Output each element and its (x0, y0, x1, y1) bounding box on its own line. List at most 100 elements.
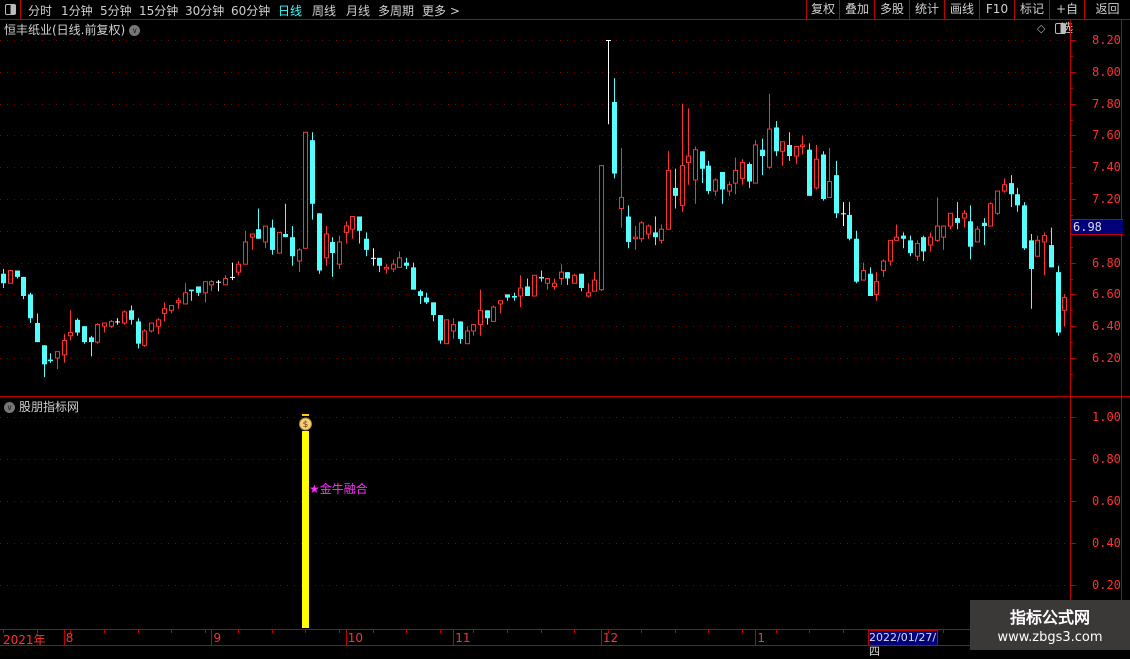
candle (263, 225, 268, 249)
candle-body (21, 276, 26, 296)
candle (539, 270, 544, 282)
candle (633, 226, 638, 250)
candle (706, 160, 711, 195)
candle (48, 353, 53, 363)
candle (485, 310, 490, 325)
candle-body (841, 213, 846, 215)
money-bag-icon-top (302, 414, 309, 416)
candle-body (149, 322, 154, 332)
candle-body (693, 149, 698, 181)
candle-body (424, 297, 429, 303)
candle-body (330, 241, 335, 254)
candle (1042, 232, 1047, 276)
candle (82, 326, 87, 344)
candle-body (485, 310, 490, 319)
candle-body (196, 286, 201, 293)
candle (223, 275, 228, 286)
candle-body (807, 149, 812, 196)
indicator-title[interactable]: ∨ 股朋指标网 (4, 398, 79, 415)
price-tick-label: 7.60 (1092, 128, 1121, 143)
candle-body (814, 158, 819, 189)
candle (377, 257, 382, 273)
candle (169, 305, 174, 314)
candle (753, 140, 758, 184)
candle (384, 264, 389, 274)
candle-body (646, 225, 651, 235)
candle-body (183, 292, 188, 305)
money-bag-icon-glyph: $ (303, 420, 309, 430)
candle-body (223, 278, 228, 286)
candle (243, 230, 248, 265)
candle (827, 148, 832, 198)
candle (1035, 235, 1040, 257)
chevron-down-icon[interactable]: ∨ (4, 402, 15, 413)
candle-body (680, 165, 685, 206)
candle (935, 197, 940, 242)
candle-body (444, 319, 449, 345)
candle-body (834, 175, 839, 214)
candle (230, 262, 235, 281)
candle (451, 318, 456, 339)
candle (532, 274, 537, 297)
candle (592, 272, 597, 292)
candle (888, 239, 893, 266)
candle (364, 232, 369, 257)
candle-body (465, 330, 470, 345)
candle-body (156, 319, 161, 327)
year-label: 2021年 (3, 633, 46, 647)
candle-body (122, 311, 127, 324)
candle (894, 224, 899, 241)
candle-body (894, 236, 899, 241)
candle-body (303, 131, 308, 249)
candle (35, 313, 40, 343)
candle (861, 262, 866, 281)
candle-body (75, 319, 80, 333)
candle (431, 302, 436, 322)
candle-body (559, 271, 564, 280)
candle-body (95, 324, 100, 343)
candle-body (35, 323, 40, 343)
candle (418, 289, 423, 304)
candle-body (962, 212, 967, 219)
candle (586, 283, 591, 298)
candle-body (82, 326, 87, 343)
candle (982, 218, 987, 246)
candle (948, 212, 953, 230)
candle (357, 216, 362, 244)
candle (303, 131, 308, 249)
candle (693, 146, 698, 204)
candle-body (948, 212, 953, 227)
indicator-tick-label: 1.00 (1092, 410, 1121, 424)
candle (552, 278, 557, 290)
candle-body (633, 236, 638, 240)
candle-body (270, 227, 275, 250)
candle-body (921, 237, 926, 252)
indicator-tick-label: 0.80 (1092, 452, 1121, 466)
candle-body (1002, 184, 1007, 192)
candle (854, 230, 859, 284)
candle-body (431, 302, 436, 316)
candle-body (350, 215, 355, 230)
candle-body (357, 216, 362, 231)
candle-body (606, 40, 611, 41)
candle-body (626, 216, 631, 242)
candle-body (377, 257, 382, 266)
candle-body (706, 165, 711, 192)
candle-body (364, 238, 369, 250)
candle-body (868, 273, 873, 296)
candle-body (55, 351, 60, 359)
indicator-tick-label: 0.60 (1092, 494, 1121, 508)
price-tick-label: 7.80 (1092, 96, 1121, 111)
candle (619, 148, 624, 228)
month-label: 10 (347, 631, 364, 645)
candle (350, 215, 355, 239)
signal-bar (302, 431, 309, 628)
chart-canvas[interactable]: $ (0, 0, 1130, 650)
price-tick-label: 8.00 (1092, 64, 1121, 79)
candle (767, 94, 772, 169)
candle (68, 310, 73, 341)
candle-body (673, 187, 678, 196)
candle (874, 272, 879, 301)
price-tick-label: 7.20 (1092, 192, 1121, 206)
month-label: 12 (602, 631, 619, 645)
